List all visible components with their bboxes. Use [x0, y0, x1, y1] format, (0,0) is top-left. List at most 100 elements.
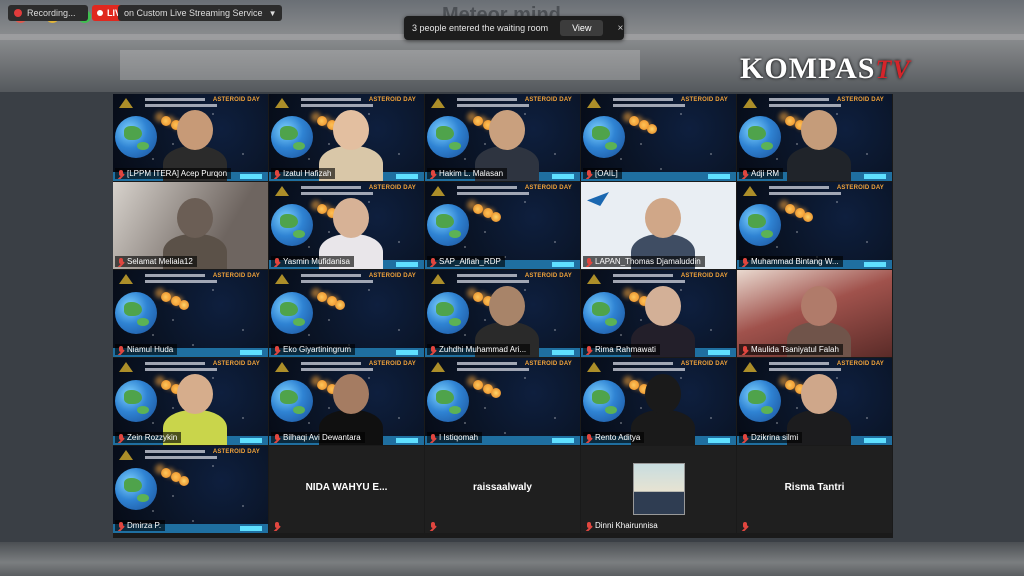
comet-icon [629, 116, 639, 126]
recording-indicator[interactable]: Recording... [8, 5, 88, 21]
participant-face [645, 286, 681, 326]
comet-icon [161, 292, 171, 302]
participant-name: Bilhaqi Avi Dewantara [283, 433, 361, 442]
comet-icon [785, 380, 795, 390]
comet-icon [317, 292, 327, 302]
earth-icon [115, 292, 157, 334]
earth-icon [583, 116, 625, 158]
participant-tile[interactable]: ASTEROID DAY I Istiqomah [425, 358, 580, 445]
participant-name-label: Zuhdhi Muhammad Ari... [427, 344, 531, 355]
participant-name: SAP_Alfiah_RDP [439, 257, 501, 266]
asteroid-day-logo: ASTEROID DAY [524, 273, 572, 279]
view-waiting-room-button[interactable]: View [560, 20, 604, 36]
comet-icon [785, 116, 795, 126]
participant-face [489, 110, 525, 150]
comet-icon [785, 204, 795, 214]
mic-muted-icon [118, 433, 124, 442]
participant-tile[interactable]: ASTEROID DAY Zein Rozzykin [113, 358, 268, 445]
comet-icon [491, 212, 501, 222]
mic-muted-icon [118, 521, 124, 530]
participant-tile[interactable]: ASTEROID DAY Rima Rahmawati [581, 270, 736, 357]
close-icon[interactable]: × [617, 23, 623, 34]
participant-name-label: Eko Giyartiningrum [271, 344, 356, 355]
participant-name-label: SAP_Alfiah_RDP [427, 256, 505, 267]
participant-tile[interactable]: LAPAN_Thomas Djamaluddin [581, 182, 736, 269]
mic-muted-icon [274, 169, 280, 178]
broadcast-background-bottom [0, 542, 1024, 576]
mic-muted-icon [430, 169, 436, 178]
participant-tile[interactable]: NIDA WAHYU E... [269, 446, 424, 533]
participant-name: [LPPM ITERA] Acep Purqon [127, 169, 228, 178]
participant-tile[interactable]: ASTEROID DAY [OAIL] [581, 94, 736, 181]
participant-display-name: raissaalwaly [473, 482, 532, 493]
asteroid-day-logo: ASTEROID DAY [680, 97, 728, 103]
participant-tile[interactable]: ASTEROID DAY Bilhaqi Avi Dewantara [269, 358, 424, 445]
participant-tile[interactable]: ASTEROID DAY Muhammad Bintang W... [737, 182, 892, 269]
participant-tile[interactable]: ASTEROID DAY Zuhdhi Muhammad Ari... [425, 270, 580, 357]
mic-muted-icon [742, 345, 748, 354]
participant-name: Hakim L. Malasan [439, 169, 504, 178]
live-dot-icon [97, 10, 103, 16]
participant-face [333, 374, 369, 414]
mic-muted-icon [742, 433, 748, 442]
participant-tile[interactable]: Selamat Meliala12 [113, 182, 268, 269]
participant-tile[interactable]: ASTEROID DAY Yasmin Mufidanisa [269, 182, 424, 269]
mic-muted-icon [118, 169, 124, 178]
participant-tile[interactable]: ASTEROID DAY [LPPM ITERA] Acep Purqon [113, 94, 268, 181]
participant-name-label: Zein Rozzykin [115, 432, 182, 443]
participant-tile[interactable]: ASTEROID DAY Rento Aditya [581, 358, 736, 445]
participant-tile[interactable]: ASTEROID DAY Eko Giyartiningrum [269, 270, 424, 357]
mic-muted-icon [430, 433, 436, 442]
participant-face [333, 198, 369, 238]
mic-muted-icon [742, 169, 748, 178]
participant-name-label: Niamul Huda [115, 344, 178, 355]
participant-tile[interactable]: ASTEROID DAY Izatul Hafizah [269, 94, 424, 181]
participant-name-label: [LPPM ITERA] Acep Purqon [115, 168, 232, 179]
earth-icon [583, 380, 625, 422]
earth-icon [427, 380, 469, 422]
participant-name: LAPAN_Thomas Djamaluddin [595, 257, 701, 266]
participant-name: Dmirza P. [127, 521, 162, 530]
participant-name-label: Maulida Tsaniyatul Falah [739, 344, 843, 355]
participant-name: Izatul Hafizah [283, 169, 332, 178]
live-stream-service-dropdown[interactable]: on Custom Live Streaming Service ▼ [118, 5, 283, 21]
asteroid-day-logo: ASTEROID DAY [524, 97, 572, 103]
notification-message: 3 people entered the waiting room [412, 23, 549, 33]
participant-tile[interactable]: Maulida Tsaniyatul Falah [737, 270, 892, 357]
participant-name: Maulida Tsaniyatul Falah [751, 345, 839, 354]
participant-face [801, 374, 837, 414]
comet-icon [317, 116, 327, 126]
participant-tile[interactable]: Dinni Khairunnisa [581, 446, 736, 533]
comet-icon [629, 292, 639, 302]
participant-name: Zuhdhi Muhammad Ari... [439, 345, 527, 354]
comet-icon [647, 124, 657, 134]
earth-icon [271, 380, 313, 422]
participant-tile[interactable]: raissaalwaly [425, 446, 580, 533]
participant-name-label: Dmirza P. [115, 520, 166, 531]
participant-tile[interactable]: ASTEROID DAY Dzikrina silmi [737, 358, 892, 445]
participant-name-label: I Istiqomah [427, 432, 483, 443]
participant-tile[interactable]: ASTEROID DAY Hakim L. Malasan [425, 94, 580, 181]
comet-icon [629, 380, 639, 390]
asteroid-day-logo: ASTEROID DAY [680, 361, 728, 367]
participant-tile[interactable]: ASTEROID DAY Niamul Huda [113, 270, 268, 357]
lapan-logo-icon [587, 192, 609, 208]
participant-tile[interactable]: ASTEROID DAY Adji RM [737, 94, 892, 181]
asteroid-day-logo: ASTEROID DAY [836, 185, 884, 191]
participant-name: [OAIL] [595, 169, 618, 178]
comet-icon [803, 212, 813, 222]
mic-muted-icon [118, 345, 124, 354]
comet-icon [179, 476, 189, 486]
earth-icon [271, 116, 313, 158]
earth-icon [427, 292, 469, 334]
comet-icon [317, 380, 327, 390]
participant-tile[interactable]: ASTEROID DAY SAP_Alfiah_RDP [425, 182, 580, 269]
participant-name-label [739, 521, 755, 531]
participant-name: Rima Rahmawati [595, 345, 656, 354]
participant-tile[interactable]: ASTEROID DAY Dmirza P. [113, 446, 268, 533]
asteroid-day-logo: ASTEROID DAY [836, 361, 884, 367]
participant-tile[interactable]: Risma Tantri [737, 446, 892, 533]
asteroid-day-logo: ASTEROID DAY [368, 97, 416, 103]
participant-name: Eko Giyartiningrum [283, 345, 352, 354]
mic-muted-icon [586, 521, 592, 530]
